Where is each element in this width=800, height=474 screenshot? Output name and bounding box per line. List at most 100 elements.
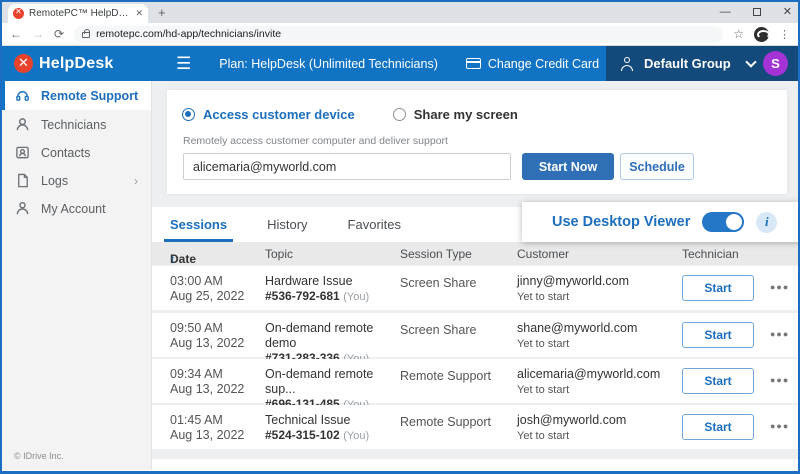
forward-icon[interactable]: → (32, 27, 44, 41)
column-customer: Customer (517, 247, 569, 261)
session-status: Yet to start (517, 291, 569, 303)
row-start-button[interactable]: Start (682, 414, 754, 440)
submenu-chevron-icon: › (134, 174, 138, 188)
hamburger-menu-icon[interactable]: ☰ (176, 55, 191, 72)
change-credit-card-label: Change Credit Card (488, 57, 599, 71)
cell-date-time: 09:34 AMAug 13, 2022 (170, 367, 244, 397)
radio-unselected-icon (393, 108, 406, 121)
desktop-viewer-label: Use Desktop Viewer (552, 214, 690, 230)
browser-menu-icon[interactable]: ⋮ (779, 28, 790, 41)
session-status: Yet to start (517, 338, 569, 350)
sort-ascending-icon: ↑ (170, 252, 176, 266)
url-text: remotepc.com/hd-app/technicians/invite (96, 28, 281, 40)
tab-history[interactable]: History (267, 207, 307, 242)
cell-customer: jinny@myworld.comYet to start (517, 274, 629, 305)
window-close-button[interactable]: ✕ (783, 7, 792, 18)
sidebar: Remote Support Technicians Contacts Logs… (2, 81, 152, 470)
cell-customer: alicemaria@myworld.comYet to start (517, 367, 660, 398)
technician-icon (15, 117, 30, 132)
browser-tab[interactable]: RemotePC™ HelpDesk - Remote ✕ (8, 4, 148, 23)
group-label: Default Group (644, 56, 731, 71)
session-status: Yet to start (517, 430, 569, 442)
new-tab-button[interactable]: + (158, 5, 166, 20)
back-icon[interactable]: ← (10, 27, 22, 41)
minimize-button[interactable]: — (720, 7, 731, 18)
browser-window: RemotePC™ HelpDesk - Remote ✕ + — ✕ ← → … (0, 0, 800, 474)
change-credit-card-button[interactable]: Change Credit Card (466, 57, 599, 71)
browser-tab-title: RemotePC™ HelpDesk - Remote (29, 8, 130, 19)
headset-icon (15, 88, 30, 103)
document-icon (15, 173, 30, 188)
bookmark-star-icon[interactable]: ☆ (733, 27, 744, 41)
browser-tabstrip: RemotePC™ HelpDesk - Remote ✕ + — ✕ (2, 2, 798, 23)
sidebar-label: My Account (41, 202, 106, 216)
tab-favorites[interactable]: Favorites (348, 207, 401, 242)
cell-date-time: 03:00 AMAug 25, 2022 (170, 274, 244, 304)
cell-session-type: Remote Support (400, 369, 491, 384)
row-start-button[interactable]: Start (682, 322, 754, 348)
table-row: 09:50 AMAug 13, 2022 On-demand remote de… (152, 313, 800, 357)
cell-session-type: Screen Share (400, 276, 476, 291)
person-icon (15, 201, 30, 216)
cell-date-time: 01:45 AMAug 13, 2022 (170, 413, 244, 443)
cell-customer: josh@myworld.comYet to start (517, 413, 626, 444)
cell-customer: shane@myworld.comYet to start (517, 321, 637, 352)
partial-next-row (152, 459, 798, 470)
row-more-options-icon[interactable]: ●●● (770, 282, 789, 292)
row-start-button[interactable]: Start (682, 275, 754, 301)
session-status: Yet to start (517, 384, 569, 396)
form-helper-text: Remotely access customer computer and de… (183, 135, 448, 147)
maximize-button[interactable] (753, 8, 761, 16)
session-form-card: Access customer device Share my screen R… (167, 90, 787, 194)
tab-close-icon[interactable]: ✕ (135, 8, 143, 19)
sidebar-label: Logs (41, 174, 68, 188)
credit-card-icon (466, 58, 481, 69)
info-icon[interactable]: i (756, 212, 777, 233)
sidebar-item-logs[interactable]: Logs › (2, 167, 151, 194)
column-technician: Technician (682, 247, 739, 261)
browser-profile-avatar[interactable] (754, 27, 769, 42)
app-header: HelpDesk ☰ Plan: HelpDesk (Unlimited Tec… (2, 46, 798, 81)
column-session-type: Session Type (400, 247, 472, 261)
row-start-button[interactable]: Start (682, 368, 754, 394)
radio-access-customer-device[interactable]: Access customer device (182, 107, 355, 122)
radio-share-my-screen[interactable]: Share my screen (393, 107, 518, 122)
browser-toolbar: ← → ⟳ remotepc.com/hd-app/technicians/in… (2, 23, 798, 46)
row-more-options-icon[interactable]: ●●● (770, 375, 789, 385)
group-icon (620, 57, 636, 70)
session-id: #524-315-102 (265, 428, 340, 442)
radio-access-label: Access customer device (203, 107, 355, 122)
tab-sessions[interactable]: Sessions (170, 207, 227, 242)
reload-icon[interactable]: ⟳ (54, 27, 64, 41)
lock-icon (82, 32, 90, 38)
table-row: 01:45 AMAug 13, 2022 Technical Issue#524… (152, 405, 800, 449)
row-more-options-icon[interactable]: ●●● (770, 421, 789, 431)
contact-card-icon (15, 145, 30, 160)
window-controls: — ✕ (720, 2, 792, 22)
sessions-table-header: Date & Time ↑ Topic Session Type Custome… (152, 242, 800, 265)
customer-email-input[interactable] (183, 153, 511, 180)
cell-session-type: Screen Share (400, 323, 476, 338)
desktop-viewer-card: Use Desktop Viewer i (522, 202, 800, 242)
sidebar-label: Remote Support (41, 89, 138, 103)
sidebar-item-my-account[interactable]: My Account (2, 195, 151, 222)
helpdesk-logo[interactable]: HelpDesk (2, 54, 152, 73)
sidebar-label: Technicians (41, 118, 106, 132)
plan-label: Plan: HelpDesk (Unlimited Technicians) (219, 57, 438, 71)
sidebar-item-contacts[interactable]: Contacts (2, 139, 151, 166)
sidebar-item-remote-support[interactable]: Remote Support (2, 81, 151, 110)
sidebar-item-technicians[interactable]: Technicians (2, 111, 151, 138)
address-bar[interactable]: remotepc.com/hd-app/technicians/invite (74, 26, 723, 43)
brand-name: HelpDesk (39, 55, 114, 73)
chevron-down-icon (745, 56, 756, 67)
copyright-text: © IDrive Inc. (14, 451, 64, 461)
desktop-viewer-toggle[interactable] (702, 212, 744, 232)
cell-topic: Hardware Issue#536-792-681 (You) (265, 274, 395, 305)
radio-share-label: Share my screen (414, 107, 518, 122)
schedule-button[interactable]: Schedule (620, 153, 694, 180)
start-now-button[interactable]: Start Now (522, 153, 614, 180)
row-more-options-icon[interactable]: ●●● (770, 329, 789, 339)
radio-selected-icon (182, 108, 195, 121)
table-row: 09:34 AMAug 13, 2022 On-demand remote su… (152, 359, 800, 403)
user-avatar[interactable]: S (763, 51, 788, 76)
